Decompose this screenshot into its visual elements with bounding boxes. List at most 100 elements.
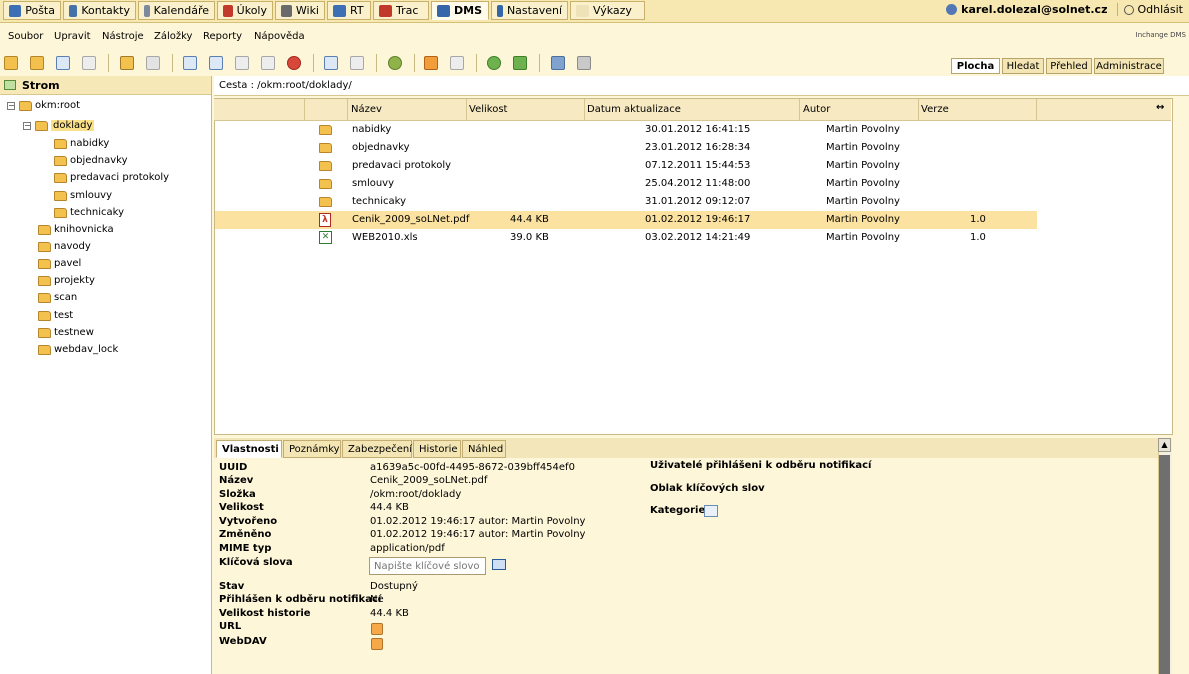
menu-soubor[interactable]: Soubor — [8, 31, 43, 42]
locked-folder-icon — [54, 207, 67, 218]
menu-nastroje[interactable]: Nástroje — [102, 31, 144, 42]
cancel-checkout-icon[interactable] — [261, 56, 275, 70]
subscribe-icon[interactable] — [450, 56, 464, 70]
properties-icon[interactable] — [324, 56, 338, 70]
column-nazev[interactable]: Název — [351, 104, 382, 115]
prop-value-velikost: 44.4 KB — [370, 502, 409, 513]
calendar-icon — [144, 4, 150, 17]
user-email: karel.dolezal@solnet.cz — [961, 3, 1108, 16]
scroll-up-icon[interactable]: ▲ — [1158, 438, 1171, 452]
tree-node-predavaci-protokoly[interactable]: predavaci protokoly — [54, 170, 169, 185]
user-account[interactable]: karel.dolezal@solnet.cz — [946, 3, 1107, 16]
book-icon[interactable] — [492, 559, 506, 570]
add-document-icon[interactable] — [56, 56, 70, 70]
tree-node-root[interactable]: − okm:root — [7, 98, 80, 113]
tab-nahled[interactable]: Náhled — [462, 440, 506, 458]
wiki-icon — [281, 4, 292, 17]
nav-tab-vykazy[interactable]: Výkazy — [570, 1, 645, 20]
tree-node-scan[interactable]: scan — [38, 290, 77, 305]
power-icon — [1124, 4, 1135, 15]
delete-icon[interactable] — [287, 56, 301, 70]
nav-tab-kontakty[interactable]: Kontakty — [63, 1, 136, 20]
tab-hledat[interactable]: Hledat — [1002, 58, 1044, 74]
table-row[interactable]: objednavky 23.01.2012 16:28:34 Martin Po… — [215, 139, 1037, 157]
scrollbar-thumb[interactable] — [1159, 455, 1170, 674]
table-row[interactable]: technicaky 31.01.2012 09:12:07 Martin Po… — [215, 193, 1037, 211]
folder-icon — [38, 258, 51, 269]
unlock-icon[interactable] — [146, 56, 160, 70]
lock-icon[interactable] — [120, 56, 134, 70]
export-icon[interactable] — [551, 56, 565, 70]
workflow-icon[interactable] — [350, 56, 364, 70]
column-velikost[interactable]: Velikost — [469, 104, 507, 115]
menu-napoveda[interactable]: Nápověda — [254, 31, 305, 42]
edit-icon[interactable] — [209, 56, 223, 70]
nav-tab-nastaveni[interactable]: Nastavení — [491, 1, 568, 20]
nav-tab-dms[interactable]: DMS — [431, 1, 489, 20]
grid-header: Název Velikost Datum aktualizace Autor V… — [214, 99, 1171, 121]
create-folder-icon[interactable] — [4, 56, 18, 70]
nav-tab-wiki[interactable]: Wiki — [275, 1, 325, 20]
copy-webdav-icon[interactable] — [371, 638, 383, 650]
tab-historie[interactable]: Historie — [413, 440, 461, 458]
column-verze[interactable]: Verze — [921, 104, 949, 115]
tab-administrace[interactable]: Administrace — [1094, 58, 1164, 74]
folder-icon — [319, 125, 332, 135]
add-file-icon[interactable] — [183, 56, 197, 70]
collapse-icon[interactable]: − — [7, 101, 15, 110]
copy-url-icon[interactable] — [371, 623, 383, 635]
tab-vlastnosti[interactable]: Vlastnosti — [216, 440, 282, 458]
logout-button[interactable]: Odhlásit — [1117, 3, 1183, 16]
folder-icon — [54, 155, 67, 166]
column-autor[interactable]: Autor — [803, 104, 830, 115]
tab-plocha[interactable]: Plocha — [951, 58, 1000, 74]
table-row[interactable]: predavaci protokoly 07.12.2011 15:44:53 … — [215, 157, 1037, 175]
column-resize-icon[interactable]: ↔ — [1156, 102, 1164, 113]
collapse-icon[interactable]: − — [23, 121, 31, 130]
tab-zabezpeceni[interactable]: Zabezpečení — [342, 440, 412, 458]
tab-poznamky[interactable]: Poznámky — [283, 440, 341, 458]
tree-node-knihovnicka[interactable]: knihovnicka — [38, 222, 114, 237]
tree-node-navody[interactable]: navody — [38, 239, 91, 254]
tree-node-test[interactable]: test — [38, 308, 73, 323]
tree-node-technicaky[interactable]: technicaky — [54, 205, 124, 220]
nav-tab-rt[interactable]: RT — [327, 1, 371, 20]
find-document-icon[interactable] — [82, 56, 96, 70]
table-row-selected[interactable]: λ Cenik_2009_soLNet.pdf 44.4 KB 01.02.20… — [215, 211, 1037, 229]
keyword-input[interactable] — [369, 557, 486, 575]
folder-icon — [38, 224, 51, 235]
find-folder-icon[interactable] — [30, 56, 44, 70]
edit-categories-icon[interactable] — [704, 505, 718, 517]
path-label: Cesta : /okm:root/doklady/ — [219, 80, 352, 91]
rt-icon — [333, 4, 346, 17]
tree-node-nabidky[interactable]: nabidky — [54, 136, 109, 151]
column-datum[interactable]: Datum aktualizace — [587, 104, 681, 115]
menu-zalozky[interactable]: Záložky — [154, 31, 192, 42]
checkin-icon[interactable] — [235, 56, 249, 70]
refresh-icon[interactable] — [487, 56, 501, 70]
tree-node-pavel[interactable]: pavel — [38, 256, 81, 271]
nav-tab-kalendare[interactable]: Kalendáře — [138, 1, 215, 20]
nav-tab-posta[interactable]: Pošta — [3, 1, 61, 20]
tasks-icon — [223, 4, 233, 17]
prop-value-subscribed: Ne — [370, 594, 384, 605]
table-row[interactable]: ✕ WEB2010.xls 39.0 KB 03.02.2012 14:21:4… — [215, 229, 1037, 247]
tree-node-testnew[interactable]: testnew — [38, 325, 94, 340]
tree-node-projekty[interactable]: projekty — [38, 273, 95, 288]
tree-node-webdav-lock[interactable]: webdav_lock — [38, 342, 118, 357]
tree-node-smlouvy[interactable]: smlouvy — [54, 188, 112, 203]
print-icon[interactable] — [577, 56, 591, 70]
bookmark-icon[interactable] — [424, 56, 438, 70]
table-row[interactable]: smlouvy 25.04.2012 11:48:00 Martin Povol… — [215, 175, 1037, 193]
table-row[interactable]: nabidky 30.01.2012 16:41:15 Martin Povol… — [215, 121, 1037, 139]
prop-label-stav: Stav — [219, 581, 245, 592]
gear-icon[interactable] — [388, 56, 402, 70]
nav-tab-ukoly[interactable]: Úkoly — [217, 1, 273, 20]
tree-node-objednavky[interactable]: objednavky — [54, 153, 127, 168]
home-icon[interactable] — [513, 56, 527, 70]
tree-node-doklady[interactable]: − doklady — [23, 118, 95, 133]
tab-prehled[interactable]: Přehled — [1046, 58, 1092, 74]
nav-tab-trac[interactable]: Trac — [373, 1, 429, 20]
menu-reporty[interactable]: Reporty — [203, 31, 242, 42]
menu-upravit[interactable]: Upravit — [54, 31, 91, 42]
